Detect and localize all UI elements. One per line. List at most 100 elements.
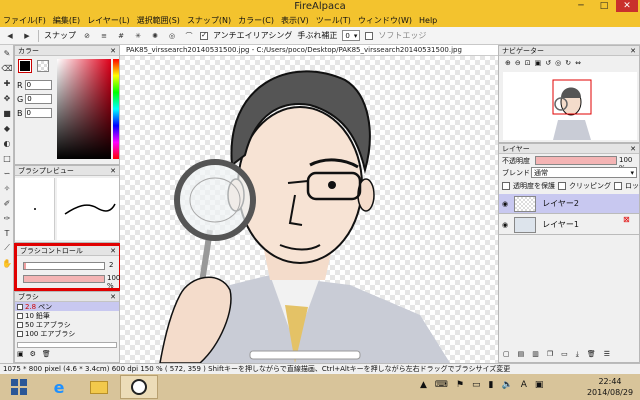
- protect-alpha-checkbox[interactable]: [502, 182, 510, 190]
- layer-row[interactable]: ◉ レイヤー2: [499, 194, 639, 214]
- lasso-tool-icon[interactable]: ∽: [1, 167, 13, 179]
- navigator-thumbnail[interactable]: [503, 72, 637, 140]
- snap-vanishing-icon[interactable]: ✳: [132, 30, 144, 42]
- merge-down-icon[interactable]: ⤓: [576, 350, 579, 359]
- delete-layer-icon[interactable]: 🗑: [587, 350, 596, 359]
- rotate-right-icon[interactable]: ↻: [565, 59, 571, 67]
- hue-slider[interactable]: [113, 59, 119, 159]
- brush-item-airbrush-100[interactable]: 100 エアブラシ: [15, 329, 119, 338]
- hand-tool-icon[interactable]: ✋: [1, 257, 13, 269]
- menu-select[interactable]: 選択範囲(S): [137, 15, 180, 26]
- layer-row[interactable]: ◉ レイヤー1: [499, 215, 639, 235]
- clock[interactable]: 22:44 2014/08/29: [584, 376, 636, 398]
- redo-icon[interactable]: ▶: [21, 30, 33, 42]
- taskbar-firealpaca[interactable]: [120, 375, 158, 399]
- menu-color[interactable]: カラー(C): [238, 15, 274, 26]
- snap-circle-icon[interactable]: ◎: [166, 30, 178, 42]
- new-1bit-layer-icon[interactable]: ▥: [532, 350, 539, 359]
- snap-curve-icon[interactable]: ⌒: [183, 30, 195, 42]
- tray-up-icon[interactable]: ▲: [420, 380, 427, 390]
- volume-icon[interactable]: 🔈: [501, 380, 512, 390]
- undo-icon[interactable]: ◀: [4, 30, 16, 42]
- brush-list-scrollbar[interactable]: [17, 342, 117, 348]
- stabilizer-select[interactable]: 0 ▾: [342, 30, 361, 41]
- duplicate-layer-icon[interactable]: ❐: [547, 350, 553, 359]
- menu-window[interactable]: ウィンドウ(W): [358, 15, 412, 26]
- minimize-button[interactable]: ─: [570, 0, 592, 12]
- lock-checkbox[interactable]: [614, 182, 622, 190]
- magic-wand-icon[interactable]: ✧: [1, 182, 13, 194]
- fill-tool-icon[interactable]: ■: [1, 107, 13, 119]
- snap-radial-icon[interactable]: ✺: [149, 30, 161, 42]
- foreground-color-swatch[interactable]: [18, 59, 32, 73]
- new-brush-icon[interactable]: ▣: [17, 350, 24, 358]
- snap-cross-icon[interactable]: #: [115, 30, 127, 42]
- r-input[interactable]: [24, 80, 52, 90]
- blend-mode-select[interactable]: 通常 ▾: [531, 167, 637, 178]
- select-tool-icon[interactable]: □: [1, 152, 13, 164]
- g-input[interactable]: [25, 94, 53, 104]
- menu-help[interactable]: Help: [419, 16, 437, 25]
- gradient-tool-icon[interactable]: ◐: [1, 137, 13, 149]
- menu-view[interactable]: 表示(V): [281, 15, 309, 26]
- eyedropper-icon[interactable]: ⟋: [1, 242, 13, 254]
- close-button[interactable]: ✕: [616, 0, 638, 12]
- brush-opacity-slider[interactable]: [23, 275, 105, 283]
- ime-indicator[interactable]: A: [521, 380, 527, 390]
- move-tool-icon[interactable]: ✥: [1, 92, 13, 104]
- visibility-eye-icon[interactable]: ◉: [502, 200, 508, 208]
- menu-file[interactable]: ファイル(F): [3, 15, 46, 26]
- flag-icon[interactable]: ⚑: [456, 380, 464, 390]
- snap-parallel-icon[interactable]: ≡: [98, 30, 110, 42]
- soft-edge-checkbox[interactable]: [365, 31, 374, 40]
- background-color-swatch[interactable]: [37, 60, 49, 72]
- clipping-checkbox[interactable]: [558, 182, 566, 190]
- color-gradient-picker[interactable]: [57, 59, 111, 159]
- brush-settings-icon[interactable]: ⚙: [30, 350, 36, 358]
- folder-icon[interactable]: ▭: [561, 350, 568, 359]
- close-icon[interactable]: ✕: [630, 145, 636, 153]
- b-input[interactable]: [24, 108, 52, 118]
- layer-opacity-slider[interactable]: [535, 156, 617, 165]
- brush-size-slider[interactable]: [23, 262, 105, 270]
- antialias-checkbox[interactable]: ✓: [200, 31, 208, 40]
- zoom-out-icon[interactable]: ⊖: [515, 59, 521, 67]
- flip-icon[interactable]: ⇔: [575, 59, 581, 67]
- menu-layer[interactable]: レイヤー(L): [87, 15, 129, 26]
- close-icon[interactable]: ✕: [110, 47, 116, 55]
- brush-tool-icon[interactable]: ✎: [1, 47, 13, 59]
- keyboard-icon[interactable]: ⌨: [435, 380, 448, 390]
- taskbar-ie[interactable]: e: [40, 375, 78, 399]
- menu-edit[interactable]: 編集(E): [53, 15, 80, 26]
- close-icon[interactable]: ✕: [110, 247, 116, 255]
- delete-brush-icon[interactable]: 🗑: [42, 350, 51, 358]
- text-tool-icon[interactable]: T: [1, 227, 13, 239]
- rotate-reset-icon[interactable]: ◎: [555, 59, 561, 67]
- canvas-area[interactable]: [120, 45, 498, 363]
- eraser-tool-icon[interactable]: ⌫: [1, 62, 13, 74]
- rotate-left-icon[interactable]: ↺: [545, 59, 551, 67]
- maximize-button[interactable]: □: [593, 0, 615, 12]
- select-pen-icon[interactable]: ✐: [1, 197, 13, 209]
- zoom-actual-icon[interactable]: ▣: [535, 59, 542, 67]
- menu-tool[interactable]: ツール(T): [316, 15, 351, 26]
- close-icon[interactable]: ✕: [630, 47, 636, 55]
- visibility-eye-icon[interactable]: ◉: [502, 221, 508, 229]
- new-layer-icon[interactable]: ▢: [503, 350, 510, 359]
- monitor-icon[interactable]: ▭: [472, 380, 481, 390]
- new-8bit-layer-icon[interactable]: ▤: [518, 350, 525, 359]
- taskbar-explorer[interactable]: [80, 375, 118, 399]
- select-eraser-icon[interactable]: ✑: [1, 212, 13, 224]
- bucket-tool-icon[interactable]: ◆: [1, 122, 13, 134]
- snap-off-icon[interactable]: ⊘: [81, 30, 93, 42]
- ime-icon[interactable]: ▣: [535, 380, 544, 390]
- start-button[interactable]: [0, 375, 38, 399]
- zoom-fit-icon[interactable]: ⊡: [525, 59, 531, 67]
- close-icon[interactable]: ✕: [110, 167, 116, 175]
- layer-menu-icon[interactable]: ☰: [604, 350, 610, 359]
- zoom-in-icon[interactable]: ⊕: [505, 59, 511, 67]
- brush-item-pen[interactable]: 2.8 ペン: [15, 302, 119, 311]
- dot-tool-icon[interactable]: ✚: [1, 77, 13, 89]
- document-tab[interactable]: PAK85_virssearch20140531500.jpg - C:/Use…: [120, 45, 498, 56]
- network-icon[interactable]: ▮: [489, 380, 494, 390]
